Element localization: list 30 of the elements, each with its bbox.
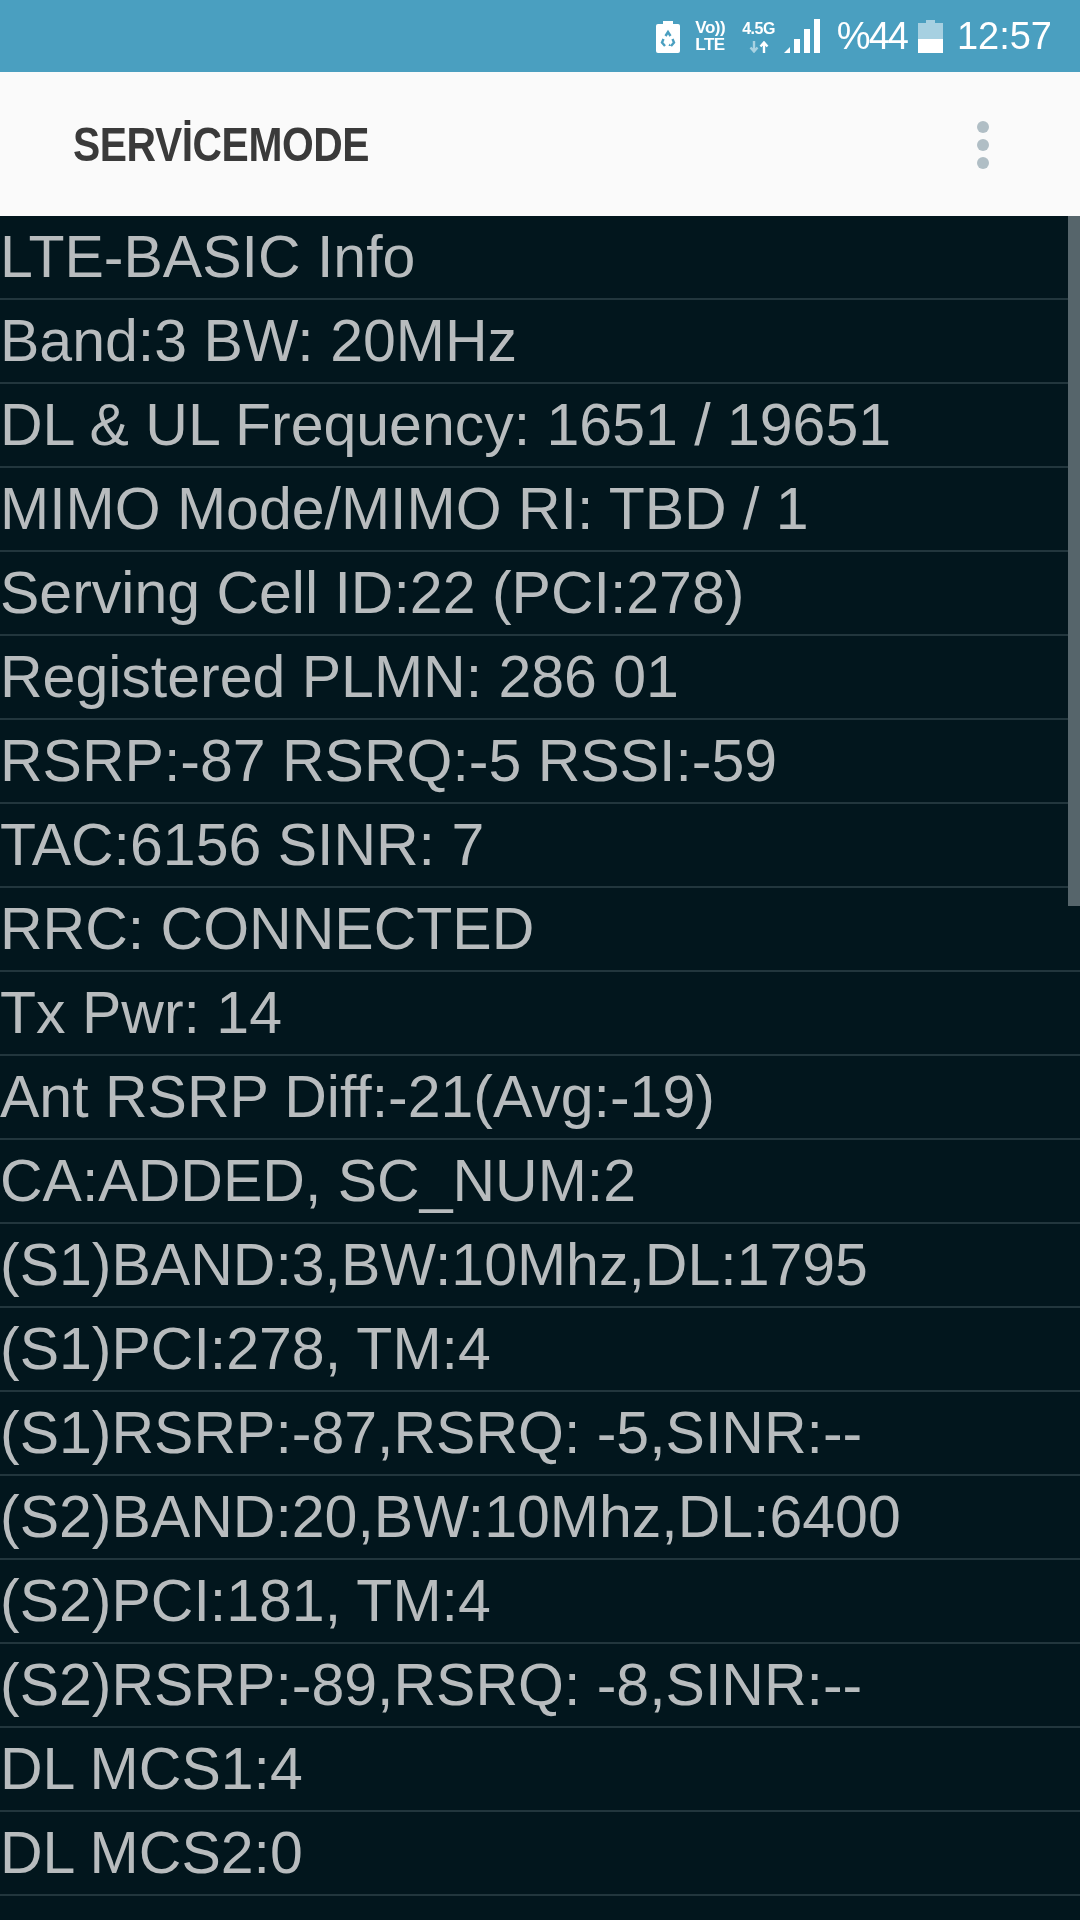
info-line: RSRP:-87 RSRQ:-5 RSSI:-59 [0,728,778,794]
info-line: (S2)PCI:181, TM:4 [0,1568,491,1634]
battery-icon [917,19,943,53]
network-type-label: 4.5G [742,19,775,38]
info-line: DL & UL Frequency: 1651 / 19651 [0,392,892,458]
battery-percent: %44 [836,16,907,56]
info-line: CA:ADDED, SC_NUM:2 [0,1148,636,1214]
info-line: Tx Pwr: 14 [0,980,282,1046]
info-line: DL MCS2:0 [0,1820,303,1886]
info-line: Serving Cell ID:22 (PCI:278) [0,560,745,626]
info-line: LTE-BASIC Info [0,224,416,290]
app-title: SERVİCEMODE [73,118,370,172]
info-line: (S2)RSRP:-89,RSRQ: -8,SINR:-- [0,1652,863,1718]
info-line: (S2)BAND:20,BW:10Mhz,DL:6400 [0,1484,901,1550]
info-line: RRC: CONNECTED [0,896,535,962]
info-line: Band:3 BW: 20MHz [0,308,518,374]
info-line: (S1)BAND:3,BW:10Mhz,DL:1795 [0,1232,868,1298]
clock-time: 12:57 [956,16,1052,56]
info-line: Ant RSRP Diff:-21(Avg:-19) [0,1064,715,1130]
data-arrows-icon [748,40,769,53]
signal-icon [783,19,820,53]
volte-label: Vo)) LTE [695,19,726,53]
info-line: (S1)PCI:278, TM:4 [0,1316,491,1382]
info-line: MIMO Mode/MIMO RI: TBD / 1 [0,476,809,542]
info-line: DL MCS1:4 [0,1736,303,1802]
info-line: Registered PLMN: 286 01 [0,644,679,710]
more-options-icon[interactable] [977,121,989,169]
info-line: (S1)RSRP:-87,RSRQ: -5,SINR:-- [0,1400,863,1466]
info-line: TAC:6156 SINR: 7 [0,812,485,878]
battery-recycle-icon [656,20,681,53]
